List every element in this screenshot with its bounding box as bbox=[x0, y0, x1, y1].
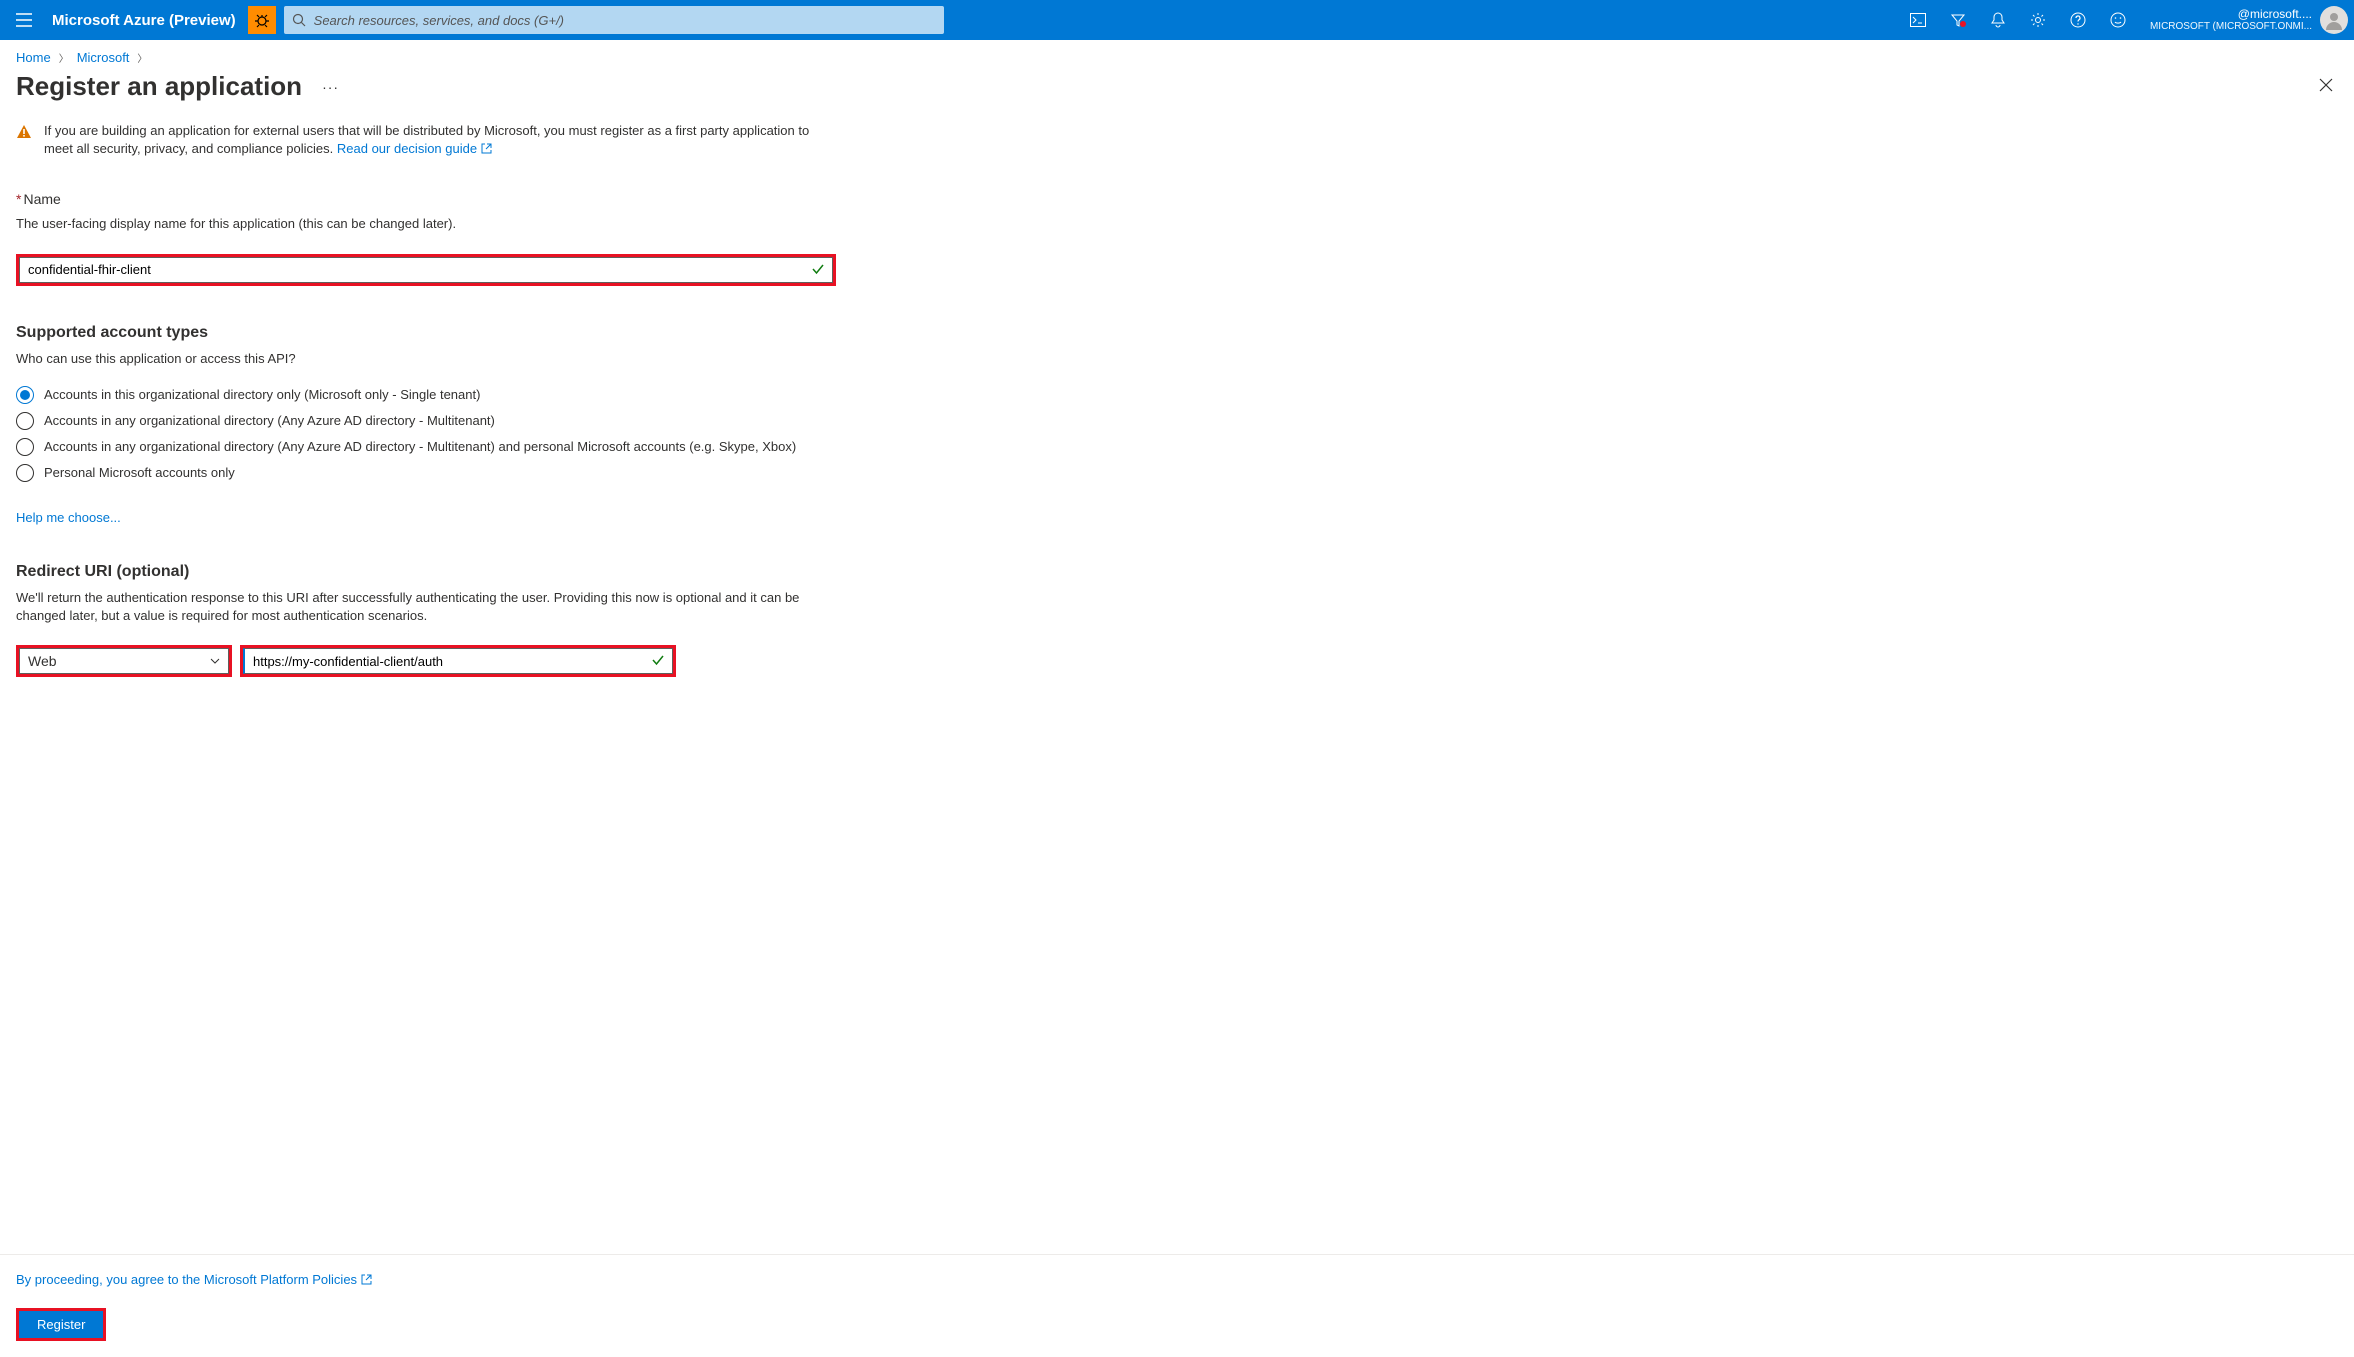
bell-icon bbox=[1991, 12, 2005, 28]
radio-personal-only[interactable]: Personal Microsoft accounts only bbox=[16, 460, 2338, 486]
account-types-radio-group: Accounts in this organizational director… bbox=[16, 382, 2338, 486]
page-footer: By proceeding, you agree to the Microsof… bbox=[0, 1255, 2354, 1357]
feedback-button[interactable] bbox=[2098, 0, 2138, 40]
page-header: Register an application ··· bbox=[0, 71, 2354, 110]
person-icon bbox=[2324, 10, 2344, 30]
search-input[interactable] bbox=[306, 6, 936, 34]
settings-button[interactable] bbox=[2018, 0, 2058, 40]
page-more-button[interactable]: ··· bbox=[322, 79, 339, 95]
brand-label[interactable]: Microsoft Azure (Preview) bbox=[48, 12, 248, 29]
platform-select-highlight: Web bbox=[16, 645, 232, 677]
warning-icon bbox=[16, 124, 32, 143]
external-link-icon bbox=[361, 1273, 372, 1288]
redirect-uri-description: We'll return the authentication response… bbox=[16, 589, 836, 625]
redirect-uri-input-highlight bbox=[240, 645, 676, 677]
radio-multitenant-personal[interactable]: Accounts in any organizational directory… bbox=[16, 434, 2338, 460]
directory-filter-button[interactable] bbox=[1938, 0, 1978, 40]
account-types-description: Who can use this application or access t… bbox=[16, 350, 836, 368]
cloud-shell-button[interactable] bbox=[1898, 0, 1938, 40]
close-icon bbox=[2318, 77, 2334, 93]
radio-icon bbox=[16, 412, 34, 430]
avatar bbox=[2320, 6, 2348, 34]
chevron-right-icon: 〉 bbox=[59, 50, 69, 65]
decision-guide-link[interactable]: Read our decision guide bbox=[337, 141, 492, 156]
search-icon bbox=[292, 13, 306, 27]
form-body[interactable]: If you are building an application for e… bbox=[0, 110, 2354, 1254]
validation-check-icon bbox=[804, 262, 832, 278]
account-name: @microsoft.... bbox=[2150, 7, 2312, 21]
breadcrumb: Home 〉 Microsoft 〉 bbox=[0, 40, 2354, 71]
preview-bug-button[interactable] bbox=[248, 6, 276, 34]
radio-icon bbox=[16, 464, 34, 482]
page-title: Register an application bbox=[16, 71, 302, 102]
name-input-highlight bbox=[16, 254, 836, 286]
breadcrumb-microsoft[interactable]: Microsoft bbox=[77, 50, 130, 65]
hamburger-icon bbox=[16, 13, 32, 27]
external-link-icon bbox=[481, 141, 492, 159]
azure-topbar: Microsoft Azure (Preview) @microsoft....… bbox=[0, 0, 2354, 40]
name-label: *Name bbox=[16, 191, 2338, 207]
chevron-right-icon: 〉 bbox=[137, 50, 147, 65]
help-me-choose-link[interactable]: Help me choose... bbox=[16, 510, 121, 525]
info-callout: If you are building an application for e… bbox=[16, 110, 836, 165]
platform-select[interactable]: Web bbox=[19, 648, 229, 674]
filter-icon bbox=[1950, 12, 1966, 28]
redirect-uri-heading: Redirect URI (optional) bbox=[16, 563, 2338, 581]
account-types-heading: Supported account types bbox=[16, 324, 2338, 342]
redirect-uri-input[interactable] bbox=[245, 649, 644, 673]
help-button[interactable] bbox=[2058, 0, 2098, 40]
cloud-shell-icon bbox=[1910, 13, 1926, 27]
menu-button[interactable] bbox=[0, 0, 48, 40]
account-menu[interactable]: @microsoft.... MICROSOFT (MICROSOFT.ONMI… bbox=[2138, 6, 2354, 34]
smiley-icon bbox=[2110, 12, 2126, 28]
breadcrumb-home[interactable]: Home bbox=[16, 50, 51, 65]
help-icon bbox=[2070, 12, 2086, 28]
platform-policies-link[interactable]: By proceeding, you agree to the Microsof… bbox=[16, 1272, 372, 1287]
redirect-uri-row: Web bbox=[16, 645, 681, 677]
close-button[interactable] bbox=[2314, 73, 2338, 100]
topbar-actions bbox=[1898, 0, 2138, 40]
radio-single-tenant[interactable]: Accounts in this organizational director… bbox=[16, 382, 2338, 408]
gear-icon bbox=[2030, 12, 2046, 28]
bug-icon bbox=[254, 12, 270, 28]
radio-icon bbox=[16, 438, 34, 456]
account-org: MICROSOFT (MICROSOFT.ONMI... bbox=[2150, 21, 2312, 33]
radio-multitenant[interactable]: Accounts in any organizational directory… bbox=[16, 408, 2338, 434]
register-button[interactable]: Register bbox=[19, 1311, 103, 1338]
chevron-down-icon bbox=[210, 658, 220, 664]
app-name-input[interactable] bbox=[20, 258, 804, 282]
radio-icon bbox=[16, 386, 34, 404]
search-box[interactable] bbox=[284, 6, 944, 34]
platform-value: Web bbox=[28, 653, 57, 669]
notifications-button[interactable] bbox=[1978, 0, 2018, 40]
name-description: The user-facing display name for this ap… bbox=[16, 215, 836, 233]
register-button-highlight: Register bbox=[16, 1308, 106, 1341]
validation-check-icon bbox=[644, 653, 672, 669]
